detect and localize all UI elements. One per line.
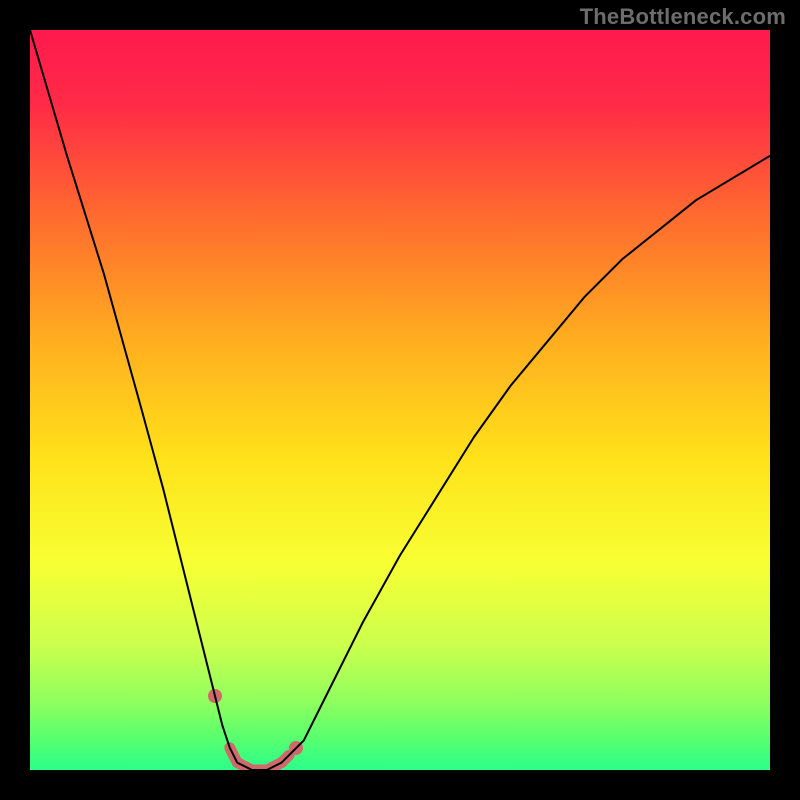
watermark-text: TheBottleneck.com <box>580 4 786 30</box>
plot-area <box>30 30 770 770</box>
chart-svg <box>30 30 770 770</box>
gradient-background <box>30 30 770 770</box>
